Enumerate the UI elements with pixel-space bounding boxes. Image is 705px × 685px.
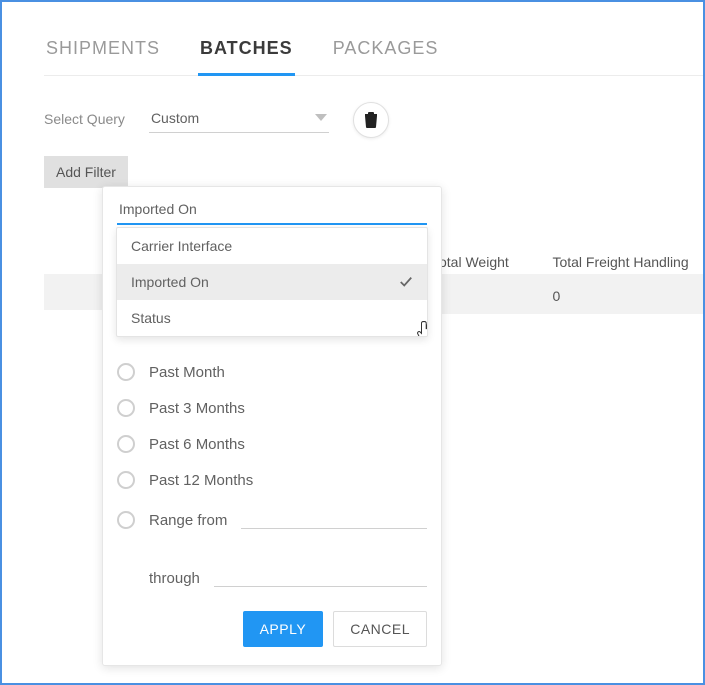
apply-button[interactable]: APPLY xyxy=(243,611,324,647)
table-row[interactable]: 4 0 xyxy=(432,278,703,314)
check-icon xyxy=(399,275,413,289)
through-label: through xyxy=(149,570,200,587)
radio-past-12-months[interactable]: Past 12 Months xyxy=(117,471,427,489)
option-label: Status xyxy=(131,310,171,326)
radio-past-month[interactable]: Past Month xyxy=(117,363,427,381)
filter-field-dropdown: Carrier Interface Imported On Status xyxy=(116,227,428,337)
option-imported-on[interactable]: Imported On xyxy=(117,264,427,300)
tabs-bar: SHIPMENTS BATCHES PACKAGES xyxy=(44,30,703,76)
radio-label: Past Month xyxy=(149,364,225,381)
trash-icon xyxy=(364,112,378,128)
radio-label: Past 12 Months xyxy=(149,472,253,489)
radio-icon xyxy=(117,511,135,529)
radio-icon xyxy=(117,471,135,489)
date-range-radios: Past Month Past 3 Months Past 6 Months P… xyxy=(117,363,427,587)
range-through-input[interactable] xyxy=(214,565,427,587)
option-label: Imported On xyxy=(131,274,209,290)
range-from-input[interactable] xyxy=(241,507,427,529)
select-query-label: Select Query xyxy=(44,111,125,127)
cell-total-weight: 4 xyxy=(432,288,552,304)
radio-icon xyxy=(117,399,135,417)
filter-panel: Imported On Carrier Interface Imported O… xyxy=(102,186,442,666)
tab-batches[interactable]: BATCHES xyxy=(198,30,295,76)
add-filter-button[interactable]: Add Filter xyxy=(44,156,128,188)
radio-icon xyxy=(117,435,135,453)
query-select[interactable]: Custom xyxy=(149,108,329,133)
range-through-row: through xyxy=(117,565,427,587)
panel-buttons: APPLY CANCEL xyxy=(117,611,427,647)
radio-label: Past 3 Months xyxy=(149,400,245,417)
delete-query-button[interactable] xyxy=(353,102,389,138)
cell-total-freight: 0 xyxy=(552,288,703,304)
table-header-row: Total Weight Total Freight Handling xyxy=(432,246,703,278)
tab-packages[interactable]: PACKAGES xyxy=(331,30,441,76)
option-carrier-interface[interactable]: Carrier Interface xyxy=(117,228,427,264)
query-row: Select Query Custom xyxy=(44,102,703,138)
tab-shipments[interactable]: SHIPMENTS xyxy=(44,30,162,76)
radio-past-6-months[interactable]: Past 6 Months xyxy=(117,435,427,453)
radio-range-from[interactable]: Range from xyxy=(117,507,427,529)
chevron-down-icon xyxy=(315,114,327,121)
radio-icon xyxy=(117,363,135,381)
option-label: Carrier Interface xyxy=(131,238,232,254)
filter-field-underline xyxy=(117,223,427,225)
column-header-total-freight[interactable]: Total Freight Handling xyxy=(552,254,703,270)
radio-past-3-months[interactable]: Past 3 Months xyxy=(117,399,427,417)
cancel-button[interactable]: CANCEL xyxy=(333,611,427,647)
option-status[interactable]: Status xyxy=(117,300,427,336)
results-table: Total Weight Total Freight Handling 4 0 xyxy=(432,246,703,314)
radio-label: Range from xyxy=(149,512,227,529)
query-select-value: Custom xyxy=(151,110,199,126)
filter-field-label: Imported On xyxy=(117,201,427,223)
column-header-total-weight[interactable]: Total Weight xyxy=(432,254,552,270)
radio-label: Past 6 Months xyxy=(149,436,245,453)
